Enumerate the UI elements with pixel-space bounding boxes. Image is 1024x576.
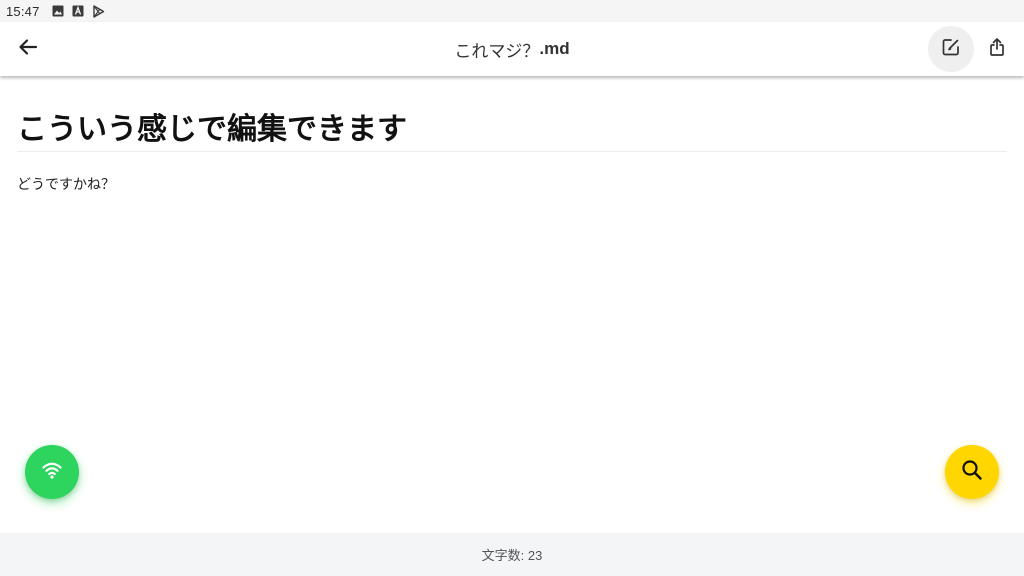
share-icon: [987, 37, 1007, 61]
document-title-extension: .md: [539, 39, 570, 58]
document-title-name: これマジ？: [454, 41, 540, 61]
search-icon: [960, 458, 984, 486]
status-bar: 15:47: [0, 0, 1024, 22]
document-paragraph: どうですかね？: [17, 177, 115, 193]
wifi-icon: [40, 458, 64, 486]
play-store-icon: [92, 4, 105, 18]
back-button[interactable]: [6, 27, 50, 71]
status-icons: [52, 4, 105, 18]
markdown-preview: こういう感じで編集できます どうですかね？: [0, 76, 1024, 533]
search-button[interactable]: [945, 445, 999, 499]
arrow-left-icon: [18, 37, 38, 61]
edit-note-icon: [941, 37, 961, 61]
share-button[interactable]: [975, 27, 1019, 71]
document-heading: こういう感じで編集できます: [17, 111, 1007, 152]
document-title: これマジ？ .md: [0, 22, 1024, 76]
edit-button[interactable]: [928, 26, 974, 72]
status-time: 15:47: [6, 3, 40, 19]
font-a-icon: [72, 5, 84, 17]
character-count: 文字数: 23: [481, 548, 543, 563]
status-footer: 文字数: 23: [0, 533, 1024, 576]
wifi-share-button[interactable]: [25, 445, 79, 499]
image-icon: [52, 5, 64, 17]
app-bar: これマジ？ .md: [0, 22, 1024, 76]
